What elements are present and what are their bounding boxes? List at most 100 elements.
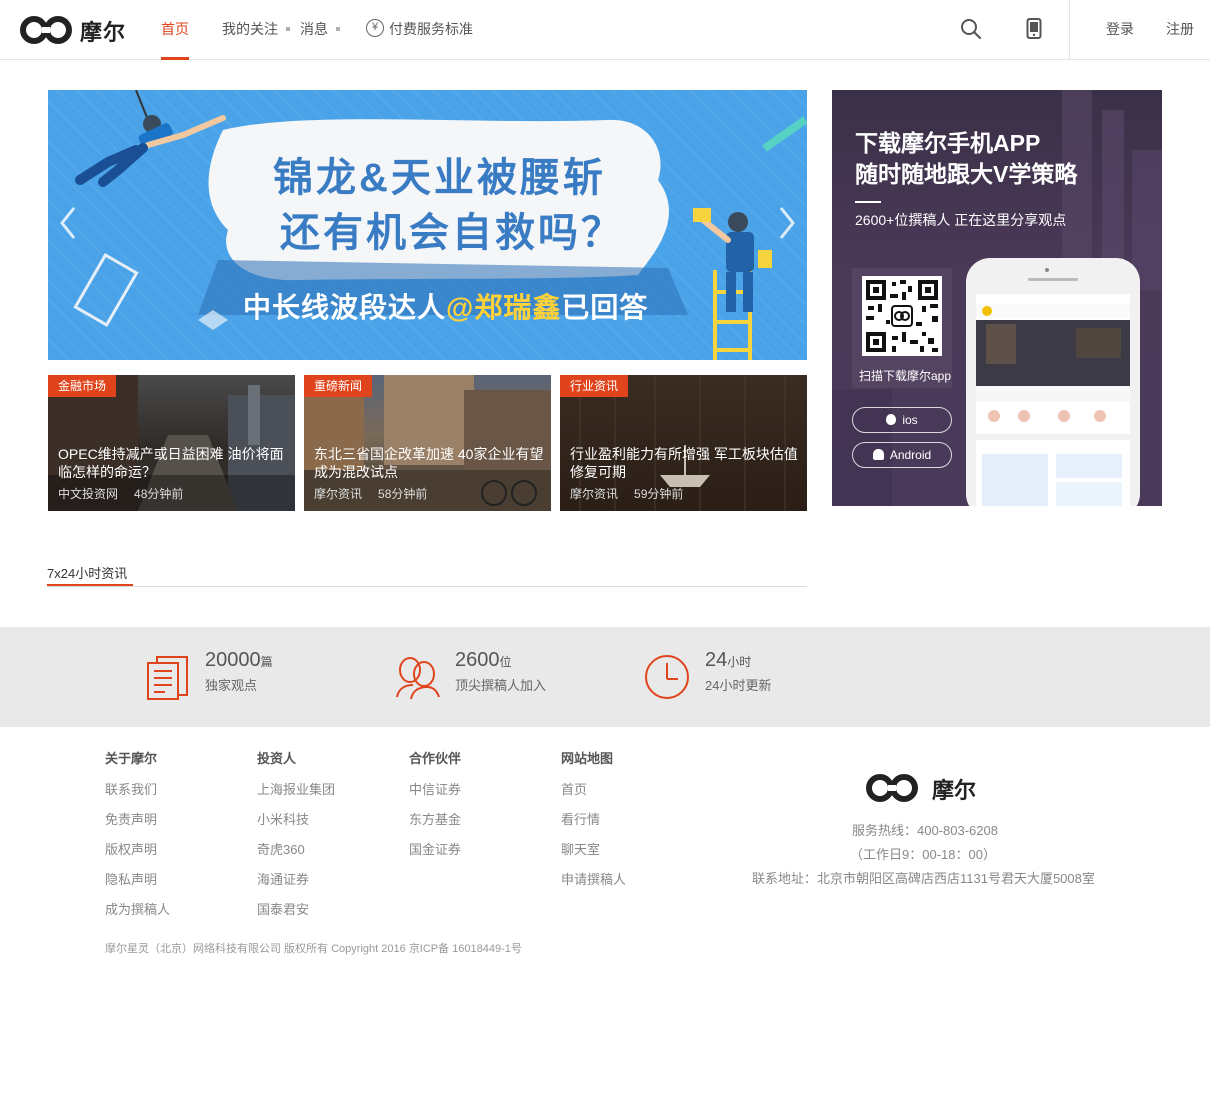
footer-link[interactable]: 免责声明: [105, 809, 157, 828]
android-button-label: Android: [889, 448, 932, 462]
footer-link[interactable]: 国金证券: [409, 839, 461, 858]
promo-subtitle: 2600+位撰稿人 正在这里分享观点: [855, 212, 1067, 228]
footer-link[interactable]: 海通证券: [257, 869, 309, 888]
phone-camera: [1045, 268, 1049, 272]
footer-link[interactable]: 中信证券: [409, 779, 461, 798]
card-source: 摩尔资讯: [570, 487, 619, 501]
stat-update-value: 24: [705, 649, 728, 671]
news-card[interactable]: 行业资讯 行业盈利能力有所增强 军工板块估值修复可期 摩尔资讯 59分钟前: [560, 375, 807, 511]
card-meta: 中文投资网 48分钟前: [58, 485, 183, 502]
yen-icon: ¥: [366, 19, 384, 37]
card-title[interactable]: 东北三省国企改革加速 40家企业有望成为混改试点: [314, 445, 546, 481]
footer-link[interactable]: 隐私声明: [105, 869, 157, 888]
card-title[interactable]: OPEC维持减产或日益困难 油价将面临怎样的命运？: [58, 445, 290, 481]
header-divider: [1069, 0, 1070, 60]
search-icon[interactable]: [960, 18, 982, 40]
logo-text: 摩尔: [80, 20, 127, 45]
stats-band: 20000篇 独家观点 2600位 顶尖撰稿人加入 24小时 24小时更新: [0, 627, 1210, 727]
footer-link[interactable]: 看行情: [561, 809, 600, 828]
login-link[interactable]: 登录: [1106, 20, 1134, 38]
phone-screen-content: [976, 294, 1130, 506]
banner-next-arrow-icon[interactable]: [777, 205, 797, 241]
card-source: 摩尔资讯: [314, 487, 363, 501]
article-icon: [147, 656, 188, 700]
phone-speaker: [1028, 278, 1078, 281]
nav-separator-dot: [336, 27, 340, 31]
card-category-tag: 金融市场: [48, 375, 117, 397]
news-card[interactable]: 重磅新闻 东北三省国企改革加速 40家企业有望成为混改试点 摩尔资讯 58分钟前: [304, 375, 551, 511]
footer-col-title: 网站地图: [561, 751, 614, 766]
news-card[interactable]: 金融市场 OPEC维持减产或日益困难 油价将面临怎样的命运？ 中文投资网 48分钟…: [48, 375, 295, 511]
nav-active-indicator: [161, 57, 189, 60]
banner-prev-arrow-icon[interactable]: [58, 205, 78, 241]
card-title[interactable]: 行业盈利能力有所增强 军工板块估值修复可期: [570, 445, 802, 481]
card-time: 58分钟前: [378, 487, 428, 501]
stat-writers-number: 2600位: [455, 649, 512, 672]
card-category-tag: 重磅新闻: [304, 375, 373, 397]
footer-link[interactable]: 奇虎360: [257, 839, 305, 858]
nav-home[interactable]: 首页: [161, 20, 189, 38]
app-promo[interactable]: 下载摩尔手机APP 随时随地跟大V学策略 2600+位撰稿人 正在这里分享观点: [832, 90, 1162, 506]
stat-articles-value: 20000: [205, 649, 261, 671]
android-download-button[interactable]: Android: [852, 442, 952, 468]
section-divider: [47, 586, 807, 587]
footer-link[interactable]: 首页: [561, 779, 587, 798]
footer-link[interactable]: 聊天室: [561, 839, 600, 858]
footer-link[interactable]: 国泰君安: [257, 899, 309, 918]
stat-writers-value: 2600: [455, 649, 500, 671]
phone-mockup: [966, 258, 1140, 506]
logo-infinity-icon: [20, 16, 72, 44]
footer-link[interactable]: 小米科技: [257, 809, 309, 828]
card-meta: 摩尔资讯 58分钟前: [314, 485, 427, 502]
qr-code-label: 扫描下载摩尔app: [859, 369, 952, 383]
footer-link[interactable]: 成为撰稿人: [105, 899, 170, 918]
footer-link[interactable]: 版权声明: [105, 839, 157, 858]
apple-icon: [886, 414, 897, 425]
stat-articles-label: 独家观点: [205, 678, 258, 693]
footer-link[interactable]: 联系我们: [105, 779, 157, 798]
card-time: 48分钟前: [134, 487, 184, 501]
site-logo[interactable]: 摩尔: [20, 14, 140, 46]
footer-address: 联系地址：北京市朝阳区高碑店西店1131号君天大厦5008室: [752, 871, 1095, 886]
footer-link[interactable]: 东方基金: [409, 809, 461, 828]
nav-paid-standard[interactable]: 付费服务标准: [389, 20, 473, 38]
footer-logo-icon: [866, 774, 918, 802]
card-meta: 摩尔资讯 59分钟前: [570, 485, 683, 502]
banner-subline-suffix: 已回答: [561, 292, 649, 323]
android-icon: [872, 449, 884, 460]
stat-update-unit: 小时: [727, 655, 752, 669]
register-link[interactable]: 注册: [1166, 20, 1194, 38]
stat-update-number: 24小时: [705, 649, 751, 672]
mobile-app-icon[interactable]: [1026, 18, 1042, 40]
nav-follow[interactable]: 我的关注: [222, 20, 278, 38]
card-source: 中文投资网: [58, 487, 119, 501]
footer-col-title: 关于摩尔: [105, 751, 158, 766]
writers-icon: [396, 657, 440, 700]
hero-banner[interactable]: 锦龙&天业被腰斩 还有机会自救吗？ 中长线波段达人@郑瑞鑫已回答: [48, 90, 807, 360]
banner-subline: 中长线波段达人@郑瑞鑫已回答: [243, 286, 648, 326]
card-time: 59分钟前: [634, 487, 684, 501]
footer-col-title: 投资人: [257, 751, 297, 766]
qr-code-icon: [862, 276, 942, 356]
banner-subline-prefix: 中长线波段达人: [243, 292, 447, 323]
footer-hotline: 服务热线：400-803-6208: [852, 823, 998, 838]
card-category-tag: 行业资讯: [560, 375, 629, 397]
footer-link[interactable]: 申请撰稿人: [561, 869, 626, 888]
footer-col-title: 合作伙伴: [409, 751, 462, 766]
top-header: 摩尔 首页 我的关注 消息 ¥ 付费服务标准 登录 注册: [0, 0, 1210, 60]
section-title-7x24[interactable]: 7x24小时资讯: [47, 563, 127, 582]
ios-download-button[interactable]: ios: [852, 407, 952, 433]
nav-messages[interactable]: 消息: [300, 20, 328, 38]
promo-title-1: 下载摩尔手机APP: [855, 130, 1041, 156]
banner-headline-2: 还有机会自救吗？: [280, 211, 624, 255]
copyright-text: 摩尔星灵（北京）网络科技有限公司 版权所有 Copyright 2016 京IC…: [105, 943, 522, 955]
footer-link[interactable]: 上海报业集团: [257, 779, 335, 798]
banner-headline-1: 锦龙&天业被腰斩: [273, 156, 606, 200]
banner-subline-mention: @郑瑞鑫: [446, 292, 562, 323]
promo-title-2: 随时随地跟大V学策略: [855, 161, 1078, 187]
stat-writers-label: 顶尖撰稿人加入: [455, 678, 547, 693]
footer-logo-text: 摩尔: [932, 778, 977, 803]
stat-writers-unit: 位: [499, 655, 512, 669]
ios-button-label: ios: [902, 413, 918, 427]
nav-separator-dot: [286, 27, 290, 31]
